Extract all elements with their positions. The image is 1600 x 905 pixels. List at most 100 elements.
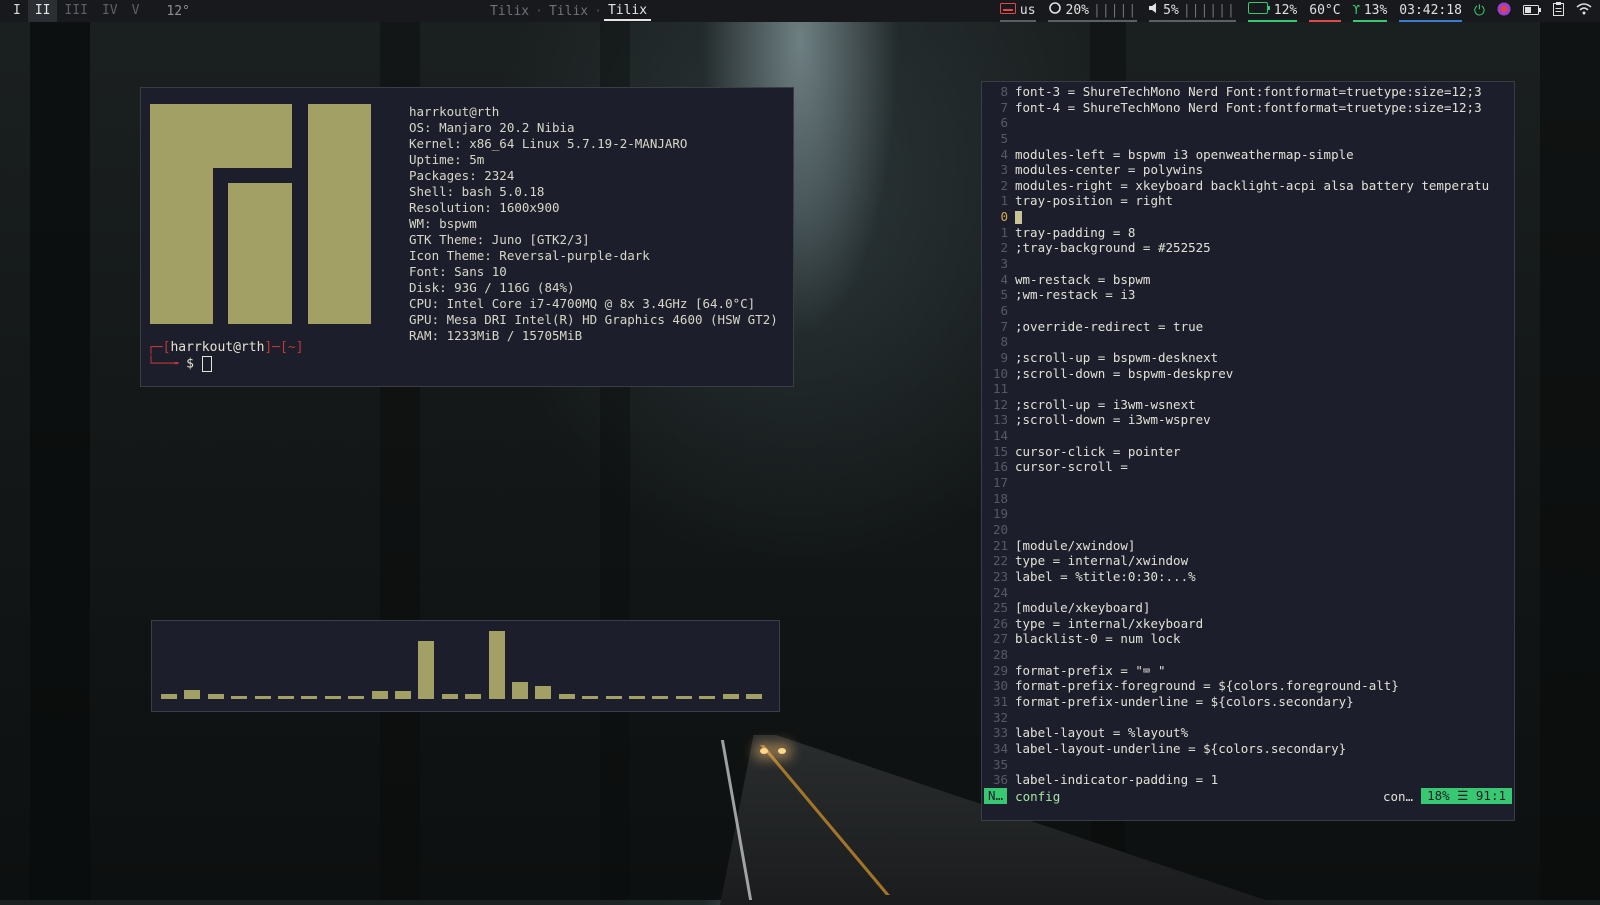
workspace-button[interactable]: II — [27, 0, 58, 22]
editor-line[interactable]: 3 — [982, 256, 1489, 272]
visualizer-bar — [301, 696, 318, 699]
line-text: tray-padding = 8 — [1015, 224, 1136, 240]
editor-line[interactable]: 2 ;tray-background = #252525 — [982, 240, 1489, 256]
status-modules: us 20% ||||| 5% |||||| 12% 60°C ϒ 13% 03… — [999, 0, 1592, 22]
battery-module[interactable]: 12% — [1247, 0, 1298, 22]
line-number: 13 — [992, 412, 1008, 428]
editor-line[interactable]: 5 ;wm-restack = i3 — [982, 287, 1489, 303]
line-number: 30 — [992, 678, 1008, 694]
clock-module[interactable]: 03:42:18 — [1399, 0, 1462, 22]
editor-line[interactable]: 7 font-4 = ShureTechMono Nerd Font:fontfo… — [982, 100, 1489, 116]
visualizer-bar — [465, 694, 482, 699]
editor-line[interactable]: 29 format-prefix = "⌨ " — [982, 663, 1489, 679]
editor-line[interactable]: 27 blacklist-0 = num lock — [982, 631, 1489, 647]
editor-line[interactable]: 17 — [982, 475, 1489, 491]
editor-line[interactable]: 7 ;override-redirect = true — [982, 319, 1489, 335]
editor-line[interactable]: 20 — [982, 522, 1489, 538]
line-number: 16 — [992, 459, 1008, 475]
line-number: 10 — [992, 365, 1008, 381]
editor-line[interactable]: 26 type = internal/xkeyboard — [982, 616, 1489, 632]
editor-line[interactable]: 6 — [982, 303, 1489, 319]
editor-line[interactable]: 33 label-layout = %layout% — [982, 725, 1489, 741]
workspace-button[interactable]: III — [57, 0, 94, 22]
workspace-button[interactable]: V — [125, 0, 147, 22]
editor-line[interactable]: 2 modules-right = xkeyboard backlight-acp… — [982, 178, 1489, 194]
line-number: 1 — [1000, 224, 1008, 240]
editor-line[interactable]: 3 modules-center = polywins — [982, 162, 1489, 178]
editor-line[interactable]: 31 format-prefix-underline = ${colors.sec… — [982, 694, 1489, 710]
backlight-module[interactable]: 20% ||||| — [1047, 0, 1138, 22]
editor-line[interactable]: 21 [module/xwindow] — [982, 538, 1489, 554]
line-number: 3 — [1000, 162, 1008, 178]
line-number: 2 — [1000, 240, 1008, 256]
window-tab-active[interactable]: Tilix — [603, 1, 652, 21]
editor-line[interactable]: 5 — [982, 131, 1489, 147]
line-number: 35 — [992, 756, 1008, 772]
neofetch-terminal[interactable]: harrkout@rth OS: Manjaro 20.2 Nibia Kerne… — [140, 87, 794, 387]
editor-line[interactable]: 6 — [982, 115, 1489, 131]
firefox-tray-icon[interactable] — [1497, 2, 1511, 20]
editor-line[interactable]: 8 font-3 = ShureTechMono Nerd Font:fontfo… — [982, 84, 1489, 100]
window-tab[interactable]: Tilix — [545, 4, 592, 19]
editor-line[interactable]: 18 — [982, 491, 1489, 507]
line-number: 17 — [992, 475, 1008, 491]
editor-line[interactable]: 28 — [982, 647, 1489, 663]
line-text: ;scroll-up = i3wm-wsnext — [1015, 396, 1196, 412]
line-number: 28 — [992, 647, 1008, 663]
line-text: blacklist-0 = num lock — [1015, 631, 1181, 647]
editor-line[interactable]: 16 cursor-scroll = — [982, 459, 1489, 475]
editor-line[interactable]: 24 — [982, 585, 1489, 601]
editor-line[interactable]: 23 label = %title:0:30:...% — [982, 569, 1489, 585]
editor-filetype: con… — [1382, 788, 1414, 804]
editor-line[interactable]: 9 ;scroll-up = bspwm-desknext — [982, 350, 1489, 366]
car-light — [778, 748, 786, 754]
editor-line[interactable]: 19 — [982, 506, 1489, 522]
editor-line[interactable]: 34 label-layout-underline = ${colors.seco… — [982, 741, 1489, 757]
editor-line[interactable]: 14 — [982, 428, 1489, 444]
line-number: 12 — [992, 396, 1008, 412]
line-number: 3 — [1000, 256, 1008, 272]
battery-tray-icon[interactable] — [1523, 4, 1541, 19]
editor-line[interactable]: 32 — [982, 710, 1489, 726]
editor-line[interactable]: 0 — [982, 209, 1489, 225]
editor-line[interactable]: 35 — [982, 757, 1489, 773]
visualizer-bar — [418, 641, 435, 699]
workspace-button[interactable]: IV — [95, 0, 125, 22]
line-number: 26 — [992, 615, 1008, 631]
line-text: ;wm-restack = i3 — [1015, 287, 1136, 303]
window-tab[interactable]: Tilix — [486, 4, 533, 19]
line-number: 8 — [1000, 334, 1008, 350]
line-text: modules-right = xkeyboard backlight-acpi… — [1015, 177, 1490, 193]
line-text: type = internal/xkeyboard — [1015, 615, 1204, 631]
clock-value: 03:42:18 — [1399, 2, 1462, 18]
editor-line[interactable]: 8 — [982, 334, 1489, 350]
workspace-button[interactable]: I — [6, 0, 28, 22]
editor-line[interactable]: 13 ;scroll-down = i3wm-wsprev — [982, 412, 1489, 428]
editor-line[interactable]: 25 [module/xkeyboard] — [982, 600, 1489, 616]
editor-line[interactable]: 36 label-indicator-padding = 1 — [982, 772, 1489, 788]
editor-line[interactable]: 10 ;scroll-down = bspwm-deskprev — [982, 366, 1489, 382]
editor-line[interactable]: 4 wm-restack = bspwm — [982, 272, 1489, 288]
keyboard-module[interactable]: us — [999, 0, 1036, 22]
info-line: RAM: 1233MiB / 15705MiB — [409, 328, 583, 343]
line-number: 34 — [992, 740, 1008, 756]
volume-module[interactable]: 5% |||||| — [1149, 0, 1236, 22]
editor-line[interactable]: 4 modules-left = bspwm i3 openweathermap-… — [982, 147, 1489, 163]
editor-line[interactable]: 11 — [982, 381, 1489, 397]
power-icon[interactable]: ⏻ — [1474, 3, 1485, 19]
editor-buffer[interactable]: 8 font-3 = ShureTechMono Nerd Font:fontfo… — [982, 84, 1489, 788]
editor-line[interactable]: 12 ;scroll-up = i3wm-wsnext — [982, 397, 1489, 413]
volume-value: 5% — [1163, 2, 1179, 18]
editor-line[interactable]: 1 tray-padding = 8 — [982, 225, 1489, 241]
shell-prompt[interactable]: ┌─[harrkout@rth]─[~] └──╼ $ — [147, 340, 304, 373]
editor-line[interactable]: 15 cursor-click = pointer — [982, 444, 1489, 460]
clipboard-tray-icon[interactable] — [1553, 2, 1564, 20]
editor-terminal[interactable]: 8 font-3 = ShureTechMono Nerd Font:fontfo… — [981, 81, 1515, 821]
editor-line[interactable]: 1 tray-position = right — [982, 193, 1489, 209]
backlight-bars: ||||| — [1093, 2, 1138, 18]
editor-line[interactable]: 30 format-prefix-foreground = ${colors.fo… — [982, 678, 1489, 694]
wifi-tray-icon[interactable] — [1576, 3, 1592, 19]
backlight-value: 20% — [1065, 2, 1090, 18]
editor-line[interactable]: 22 type = internal/xwindow — [982, 553, 1489, 569]
line-text: label-layout = %layout% — [1015, 725, 1189, 741]
